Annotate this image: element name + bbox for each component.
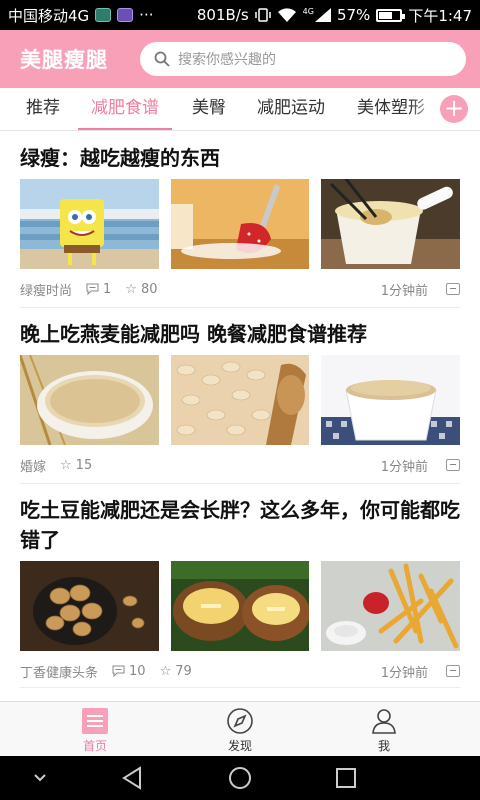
article-source: 绿瘦时尚	[20, 283, 73, 299]
dismiss-article-button[interactable]	[446, 459, 460, 471]
carrier-label: 中国移动4G	[8, 6, 90, 25]
signal-icon: 4G	[303, 8, 331, 22]
comment-icon	[112, 665, 125, 677]
star-icon: ☆	[60, 457, 72, 473]
tab-diet-recipes[interactable]: 减肥食谱	[78, 88, 172, 130]
nav-me-label: 我	[377, 739, 390, 753]
system-navigation-bar	[0, 756, 480, 800]
star-icon: ☆	[159, 663, 172, 679]
article-card[interactable]: 吃土豆能减肥还是会长胖？这么多年，你可能都吃错了 丁香健康头条 10 ☆ 79 …	[20, 495, 461, 681]
article-time: 1分钟前	[380, 459, 428, 475]
divider	[20, 307, 460, 308]
person-icon	[372, 709, 396, 734]
nav-home[interactable]: 首页	[55, 707, 135, 754]
favorite-count: 79	[175, 663, 192, 679]
net-speed: 801B/s	[196, 6, 249, 24]
nav-me[interactable]: 我	[344, 707, 424, 754]
vibrate-icon	[254, 8, 271, 22]
article-card[interactable]: 绿瘦：越吃越瘦的东西 绿瘦时尚 1 ☆ 80 1分钟前	[20, 143, 461, 299]
search-icon	[154, 51, 170, 67]
favorite-count: 15	[75, 457, 93, 473]
article-thumbnail[interactable]	[20, 179, 159, 269]
compass-icon	[227, 708, 253, 734]
comment-count: 10	[129, 663, 146, 679]
app-title: 美腿瘦腿	[20, 48, 108, 72]
app-notification-icon	[95, 8, 112, 22]
bottom-navigation: 首页 发现 我	[0, 701, 480, 756]
back-icon[interactable]	[118, 764, 146, 792]
tab-buttocks[interactable]: 美臀	[192, 88, 226, 130]
article-thumbnail[interactable]	[170, 179, 310, 269]
article-thumbnail[interactable]	[20, 355, 159, 445]
add-tab-button[interactable]: +	[440, 95, 468, 123]
search-placeholder: 搜索你感兴趣的	[178, 52, 276, 68]
comment-count: 1	[103, 281, 112, 297]
article-time: 1分钟前	[380, 283, 428, 299]
clock: 下午1:47	[408, 6, 472, 25]
tab-recommend[interactable]: 推荐	[26, 88, 60, 130]
article-source: 婚嫁	[20, 459, 47, 475]
favorite-count: 80	[140, 281, 158, 297]
article-thumbnail[interactable]	[321, 355, 461, 445]
article-title[interactable]: 吃土豆能减肥还是会长胖？这么多年，你可能都吃错了	[20, 495, 460, 555]
recents-icon[interactable]	[332, 764, 360, 792]
article-time: 1分钟前	[380, 665, 428, 681]
wifi-icon	[277, 8, 296, 22]
article-thumbnail[interactable]	[321, 561, 461, 651]
comment-icon	[86, 283, 99, 295]
battery-icon	[376, 8, 406, 22]
chevron-down-icon[interactable]	[26, 764, 54, 792]
home-list-icon	[82, 708, 108, 734]
article-feed: 绿瘦：越吃越瘦的东西 绿瘦时尚 1 ☆ 80 1分钟前 晚上吃燕麦能减肥吗 晚餐…	[0, 131, 480, 701]
dismiss-article-button[interactable]	[446, 665, 460, 677]
article-thumbnail[interactable]	[170, 355, 310, 445]
nav-discover-label: 发现	[227, 739, 252, 753]
article-card[interactable]: 晚上吃燕麦能减肥吗 晚餐减肥食谱推荐 婚嫁 ☆ 15 1分钟前	[20, 319, 461, 475]
article-meta: 婚嫁 ☆ 15 1分钟前	[20, 455, 460, 475]
article-meta: 绿瘦时尚 1 ☆ 80 1分钟前	[20, 279, 460, 299]
star-icon: ☆	[125, 281, 137, 297]
article-title[interactable]: 晚上吃燕麦能减肥吗 晚餐减肥食谱推荐	[20, 319, 460, 349]
nav-home-label: 首页	[82, 739, 107, 753]
gallery-notification-icon	[117, 8, 134, 22]
article-title[interactable]: 绿瘦：越吃越瘦的东西	[20, 143, 460, 173]
article-source: 丁香健康头条	[20, 665, 99, 681]
article-thumbnail[interactable]	[20, 561, 159, 651]
status-bar: 中国移动4G ··· 801B/s 4G 57% 下午1:47	[0, 0, 480, 30]
dismiss-article-button[interactable]	[446, 283, 460, 295]
category-tabs: 推荐 减肥食谱 美臀 减肥运动 美体塑形 +	[0, 88, 480, 131]
article-thumbnail[interactable]	[170, 561, 310, 651]
article-meta: 丁香健康头条 10 ☆ 79 1分钟前	[20, 661, 460, 681]
more-notifications-icon: ···	[139, 6, 154, 24]
home-icon[interactable]	[226, 764, 254, 792]
article-thumbnail[interactable]	[321, 179, 461, 269]
battery-percent: 57%	[336, 6, 371, 24]
nav-discover[interactable]: 发现	[200, 707, 280, 754]
tab-exercise[interactable]: 减肥运动	[257, 88, 325, 130]
divider	[20, 483, 460, 484]
tabs-fade	[410, 88, 440, 130]
divider	[20, 687, 460, 688]
app-header: 美腿瘦腿 搜索你感兴趣的	[0, 30, 480, 88]
search-input[interactable]: 搜索你感兴趣的	[140, 42, 466, 76]
